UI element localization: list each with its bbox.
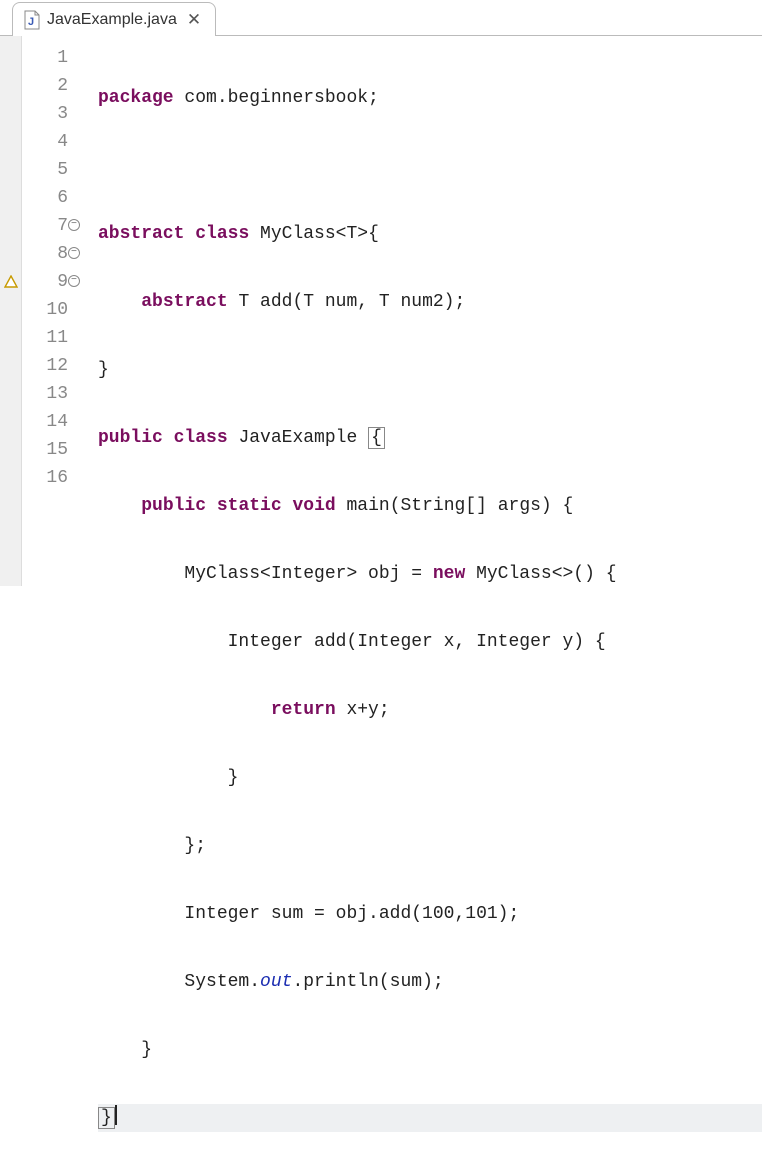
- close-icon[interactable]: ✕: [187, 10, 201, 30]
- code-line: abstract class MyClass<T>{: [98, 220, 762, 248]
- line-num: 3: [22, 100, 68, 128]
- code-line: }: [98, 764, 762, 792]
- line-num: 14: [22, 408, 68, 436]
- line-num: 1: [22, 44, 68, 72]
- line-num: 12: [22, 352, 68, 380]
- code-line: abstract T add(T num, T num2);: [98, 288, 762, 316]
- line-num: 16: [22, 464, 68, 492]
- tab-filename: JavaExample.java: [47, 11, 177, 29]
- matching-bracket: }: [98, 1107, 115, 1129]
- line-num: 6: [22, 184, 68, 212]
- line-num: 13: [22, 380, 68, 408]
- line-num: 15: [22, 436, 68, 464]
- matching-bracket: {: [368, 427, 385, 449]
- svg-text:J: J: [28, 16, 34, 28]
- code-line: }: [98, 1036, 762, 1064]
- editor-tab[interactable]: J JavaExample.java ✕: [12, 2, 216, 36]
- code-area[interactable]: package com.beginnersbook; abstract clas…: [76, 36, 762, 586]
- tab-bar: J JavaExample.java ✕: [0, 0, 762, 36]
- warning-icon[interactable]: [0, 268, 21, 296]
- code-line: return x+y;: [98, 696, 762, 724]
- line-num: 5: [22, 156, 68, 184]
- line-num: 2: [22, 72, 68, 100]
- code-line: };: [98, 832, 762, 860]
- marker-column: [0, 36, 22, 586]
- current-line: }: [98, 1104, 762, 1132]
- line-num: 10: [22, 296, 68, 324]
- line-num: 9−: [22, 268, 68, 296]
- code-line: MyClass<Integer> obj = new MyClass<>() {: [98, 560, 762, 588]
- code-line: Integer sum = obj.add(100,101);: [98, 900, 762, 928]
- code-line: package com.beginnersbook;: [98, 84, 762, 112]
- java-file-icon: J: [23, 10, 41, 30]
- line-num: 11: [22, 324, 68, 352]
- code-line: public static void main(String[] args) {: [98, 492, 762, 520]
- code-line: [98, 152, 762, 180]
- line-num: 4: [22, 128, 68, 156]
- code-editor[interactable]: 1 2 3 4 5 6 7− 8− 9− 10 11 12 13 14 15 1…: [0, 36, 762, 586]
- code-line: Integer add(Integer x, Integer y) {: [98, 628, 762, 656]
- code-line: System.out.println(sum);: [98, 968, 762, 996]
- line-num: 7−: [22, 212, 68, 240]
- code-line: public class JavaExample {: [98, 424, 762, 452]
- line-num: 8−: [22, 240, 68, 268]
- text-cursor: [115, 1105, 117, 1125]
- line-gutter: 1 2 3 4 5 6 7− 8− 9− 10 11 12 13 14 15 1…: [22, 36, 76, 586]
- code-line: }: [98, 356, 762, 384]
